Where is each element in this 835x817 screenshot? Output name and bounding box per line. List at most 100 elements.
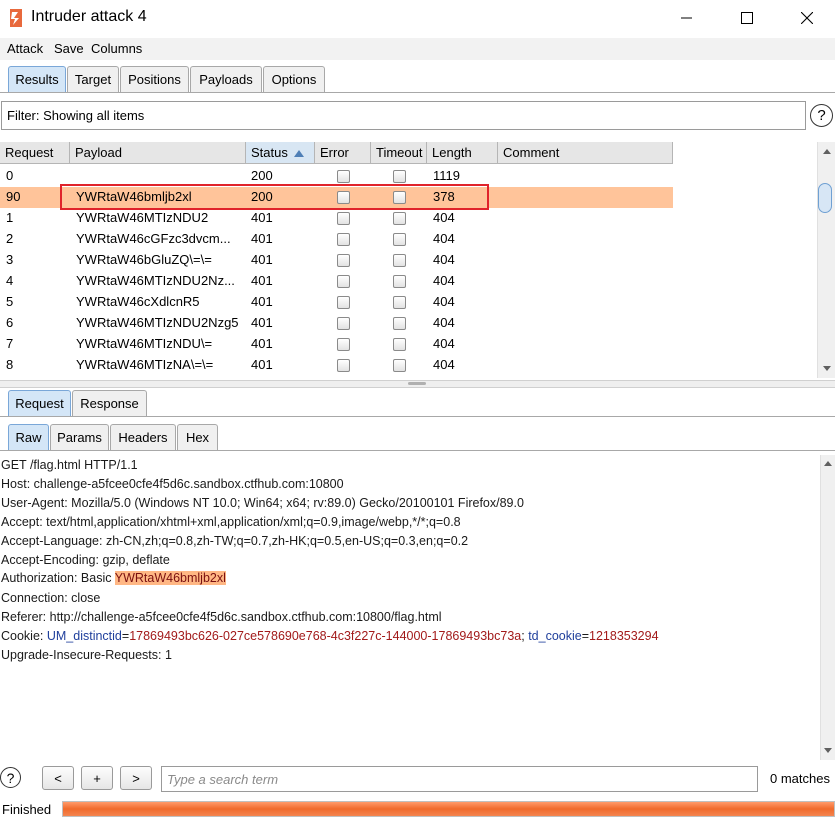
highlighted-payload: YWRtaW46bmljb2xl — [114, 571, 226, 585]
timeout-checkbox — [393, 338, 406, 351]
previous-match-button[interactable]: < — [42, 766, 74, 790]
add-search-button[interactable]: + — [81, 766, 113, 790]
header-host: Host: challenge-a5fcee0cfe4f5d6c.sandbox… — [1, 477, 344, 491]
timeout-checkbox — [393, 359, 406, 372]
cell-payload: YWRtaW46MTIzNDU2 — [76, 210, 209, 225]
cell-status: 401 — [251, 294, 273, 309]
error-checkbox — [337, 170, 350, 183]
search-input[interactable] — [161, 766, 758, 792]
error-checkbox — [337, 296, 350, 309]
cell-length: 404 — [433, 252, 455, 267]
cell-length: 404 — [433, 210, 455, 225]
column-timeout[interactable]: Timeout — [371, 142, 427, 164]
header-user-agent: User-Agent: Mozilla/5.0 (Windows NT 10.0… — [1, 496, 524, 510]
window-title: Intruder attack 4 — [31, 8, 147, 25]
column-length[interactable]: Length — [427, 142, 498, 164]
scroll-up-icon[interactable] — [824, 461, 832, 466]
menu-attack[interactable]: Attack — [7, 41, 43, 56]
table-row[interactable]: 1 YWRtaW46MTIzNDU2 401 404 — [0, 208, 673, 229]
results-scrollbar[interactable] — [817, 142, 835, 378]
cell-payload: YWRtaW46MTIzNDU2Nzg5 — [76, 315, 239, 330]
cell-request: 7 — [6, 336, 14, 351]
tab-divider — [0, 92, 835, 93]
table-row[interactable]: 5 YWRtaW46cXdlcnR5 401 404 — [0, 292, 673, 313]
column-request[interactable]: Request — [0, 142, 70, 164]
table-header: Request Payload Status Error Timeout Len… — [0, 142, 673, 164]
header-referer: Referer: http://challenge-a5fcee0cfe4f5d… — [1, 610, 442, 624]
tab-hex[interactable]: Hex — [177, 424, 218, 450]
splitter-grip-icon[interactable] — [408, 382, 426, 385]
close-button[interactable] — [784, 0, 830, 36]
tab-request[interactable]: Request — [8, 390, 71, 416]
error-checkbox — [337, 212, 350, 225]
highlight-box — [60, 184, 489, 210]
tab-headers[interactable]: Headers — [110, 424, 176, 450]
cell-status: 401 — [251, 252, 273, 267]
request-line: GET /flag.html HTTP/1.1 — [1, 458, 138, 472]
cell-length: 404 — [433, 294, 455, 309]
request-scrollbar[interactable] — [820, 455, 835, 760]
column-payload[interactable]: Payload — [70, 142, 246, 164]
cell-payload: YWRtaW46cXdlcnR5 — [76, 294, 200, 309]
results-scroll-thumb[interactable] — [818, 183, 832, 213]
column-error[interactable]: Error — [315, 142, 371, 164]
error-checkbox — [337, 254, 350, 267]
minimize-icon — [681, 17, 692, 19]
header-accept-encoding: Accept-Encoding: gzip, deflate — [1, 553, 170, 567]
help-icon[interactable]: ? — [810, 104, 833, 127]
timeout-checkbox — [393, 170, 406, 183]
raw-request-editor[interactable]: GET /flag.html HTTP/1.1 Host: challenge-… — [0, 455, 820, 760]
help-icon[interactable]: ? — [0, 767, 21, 788]
cell-length: 1119 — [433, 168, 460, 183]
menu-columns[interactable]: Columns — [91, 41, 142, 56]
error-checkbox — [337, 338, 350, 351]
tab-divider — [0, 450, 835, 451]
header-authorization: Authorization: Basic YWRtaW46bmljb2xl — [1, 571, 226, 585]
cell-request: 8 — [6, 357, 14, 372]
scroll-down-icon[interactable] — [823, 366, 831, 371]
cell-length: 404 — [433, 315, 455, 330]
header-accept-language: Accept-Language: zh-CN,zh;q=0.8,zh-TW;q=… — [1, 534, 469, 548]
tab-target[interactable]: Target — [67, 66, 119, 92]
maximize-icon — [741, 12, 753, 24]
tab-params[interactable]: Params — [50, 424, 109, 450]
tab-response[interactable]: Response — [72, 390, 147, 416]
minimize-button[interactable] — [664, 0, 710, 36]
maximize-button[interactable] — [724, 0, 770, 36]
cell-request: 2 — [6, 231, 14, 246]
error-checkbox — [337, 317, 350, 330]
cell-request: 0 — [6, 168, 14, 183]
cell-status: 401 — [251, 210, 273, 225]
table-row[interactable]: 8 YWRtaW46MTIzNA\=\= 401 404 — [0, 355, 673, 376]
column-comment[interactable]: Comment — [498, 142, 673, 164]
tab-positions[interactable]: Positions — [120, 66, 189, 92]
tab-raw[interactable]: Raw — [8, 424, 49, 450]
tab-payloads[interactable]: Payloads — [190, 66, 262, 92]
error-checkbox — [337, 275, 350, 288]
scroll-down-icon[interactable] — [824, 748, 832, 753]
column-status[interactable]: Status — [246, 142, 315, 164]
table-row[interactable]: 4 YWRtaW46MTIzNDU2Nz... 401 404 — [0, 271, 673, 292]
cell-length: 404 — [433, 231, 455, 246]
cell-request: 5 — [6, 294, 14, 309]
menu-save[interactable]: Save — [54, 41, 84, 56]
table-row[interactable]: 6 YWRtaW46MTIzNDU2Nzg5 401 404 — [0, 313, 673, 334]
scroll-up-icon[interactable] — [823, 149, 831, 154]
filter-bar[interactable]: Filter: Showing all items — [1, 101, 806, 130]
header-upgrade-insecure: Upgrade-Insecure-Requests: 1 — [1, 648, 172, 662]
table-row[interactable]: 3 YWRtaW46bGluZQ\=\= 401 404 — [0, 250, 673, 271]
cell-length: 404 — [433, 357, 455, 372]
progress-fill — [63, 802, 834, 816]
table-row[interactable]: 2 YWRtaW46cGFzc3dvcm... 401 404 — [0, 229, 673, 250]
timeout-checkbox — [393, 212, 406, 225]
next-match-button[interactable]: > — [120, 766, 152, 790]
status-label: Finished — [2, 802, 52, 817]
tab-results[interactable]: Results — [8, 66, 66, 92]
table-row[interactable]: 7 YWRtaW46MTIzNDU\= 401 404 — [0, 334, 673, 355]
cell-request: 1 — [6, 210, 14, 225]
tab-options[interactable]: Options — [263, 66, 325, 92]
tab-divider — [0, 416, 835, 417]
cell-payload: YWRtaW46MTIzNA\=\= — [76, 357, 214, 372]
cell-request: 6 — [6, 315, 14, 330]
sort-ascending-icon — [294, 150, 304, 157]
